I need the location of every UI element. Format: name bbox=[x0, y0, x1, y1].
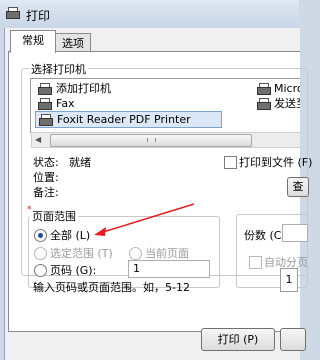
page-range-hint: 输入页码或页面范围。如，5-12 bbox=[33, 281, 190, 294]
fax-icon bbox=[38, 98, 52, 110]
collate-checkbox[interactable] bbox=[249, 256, 262, 269]
printer-name: 发送至 bbox=[274, 97, 300, 110]
printer-name: 添加打印机 bbox=[56, 82, 111, 95]
send-printer-icon bbox=[257, 98, 271, 110]
find-printer-button[interactable]: 查 bbox=[287, 177, 309, 197]
comment-label: 备注: bbox=[33, 186, 59, 199]
printer-icon bbox=[39, 114, 53, 126]
radio-selection[interactable] bbox=[34, 247, 47, 260]
radio-selection-label: 选定范围 (T) bbox=[50, 247, 113, 260]
print-to-file-label: 打印到文件 (F) bbox=[239, 156, 313, 169]
location-label: 位置: bbox=[33, 171, 59, 184]
radio-all[interactable] bbox=[34, 229, 47, 242]
radio-pages-label: 页码 (G): bbox=[50, 264, 97, 277]
scroll-thumb[interactable] bbox=[50, 134, 252, 147]
radio-current-page-label: 当前页面 bbox=[145, 247, 189, 260]
tab-general[interactable]: 常规 bbox=[10, 30, 56, 53]
radio-all-label: 全部 (L) bbox=[50, 229, 91, 242]
printer-list[interactable]: 添加打印机 Micro Fax 发送至 Foxit Reader PDF Pri… bbox=[30, 78, 300, 133]
printer-name: Fax bbox=[56, 97, 75, 110]
radio-current-page[interactable] bbox=[129, 247, 142, 260]
print-button[interactable]: 打印 (P) bbox=[201, 328, 275, 351]
printer-icon bbox=[6, 7, 20, 19]
add-printer-icon bbox=[38, 83, 52, 95]
select-printer-label: 选择打印机 bbox=[29, 61, 88, 77]
print-to-file-checkbox[interactable] bbox=[224, 156, 237, 169]
radio-pages[interactable] bbox=[34, 264, 47, 277]
scroll-left-icon[interactable]: ◀ bbox=[35, 133, 41, 147]
printer-item-foxit[interactable]: Foxit Reader PDF Printer bbox=[35, 111, 222, 128]
pages-input[interactable]: 1 bbox=[128, 260, 210, 278]
printer-name: Foxit Reader PDF Printer bbox=[57, 113, 191, 126]
status-label: 状态: bbox=[33, 156, 59, 169]
status-value: 就绪 bbox=[69, 156, 91, 169]
cancel-button[interactable] bbox=[280, 328, 306, 351]
printer-name: Micro bbox=[274, 82, 300, 95]
page-range-label: * 页面范围 bbox=[27, 205, 78, 224]
printer-icon bbox=[257, 83, 271, 95]
annotation-arrow bbox=[94, 203, 195, 236]
window-title: 打印 bbox=[26, 9, 51, 23]
collate-page-icon: 1 bbox=[280, 268, 298, 292]
horizontal-scrollbar[interactable]: ◀ bbox=[31, 132, 300, 148]
copies-input[interactable] bbox=[282, 224, 308, 242]
